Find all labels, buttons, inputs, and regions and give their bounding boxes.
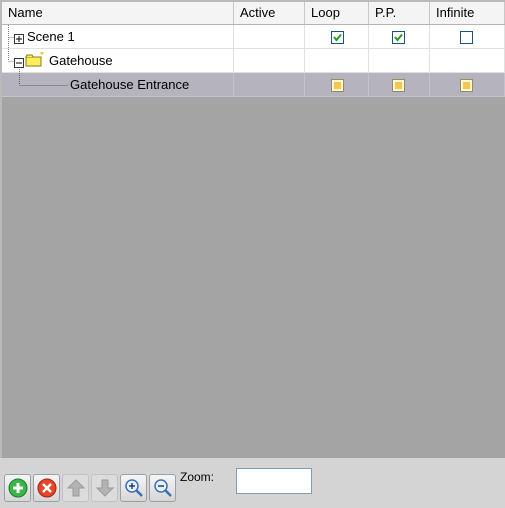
loop-checkbox[interactable] — [331, 31, 344, 44]
folder-icon — [25, 52, 45, 71]
pp-cell — [369, 73, 430, 97]
pp-checkbox[interactable] — [392, 79, 405, 92]
tree-lines — [19, 73, 68, 86]
zoom-out-button[interactable] — [149, 474, 176, 502]
column-header-active[interactable]: Active — [234, 2, 305, 24]
infinite-cell — [430, 25, 505, 49]
loop-cell — [305, 25, 369, 49]
active-cell — [234, 25, 305, 49]
column-header-name[interactable]: Name — [2, 2, 234, 24]
loop-cell — [305, 49, 369, 73]
row-label: Scene 1 — [27, 29, 75, 44]
row-label: Gatehouse — [49, 53, 113, 68]
loop-checkbox[interactable] — [331, 79, 344, 92]
scene-tree-grid[interactable]: Name Active Loop P.P. Infinite Scene 1 G… — [2, 2, 505, 458]
tree-row-gatehouse-entrance[interactable]: Gatehouse Entrance — [2, 73, 505, 97]
pp-cell — [369, 49, 430, 73]
name-cell: Gatehouse Entrance — [2, 73, 234, 97]
name-cell: Scene 1 — [2, 25, 234, 49]
infinite-cell — [430, 49, 505, 73]
tree-row-scene-1[interactable]: Scene 1 — [2, 25, 505, 49]
zoom-label: Zoom: — [180, 470, 215, 484]
infinite-cell — [430, 73, 505, 97]
bottom-toolbar: Zoom: — [0, 458, 505, 508]
tree-row-gatehouse[interactable]: Gatehouse — [2, 49, 505, 73]
collapse-minus-icon[interactable] — [14, 56, 24, 71]
remove-button[interactable] — [33, 474, 60, 502]
pp-checkbox[interactable] — [392, 31, 405, 44]
infinite-checkbox[interactable] — [460, 31, 473, 44]
expand-plus-icon[interactable] — [14, 32, 24, 47]
infinite-checkbox[interactable] — [460, 79, 473, 92]
move-up-button[interactable] — [62, 474, 89, 502]
loop-cell — [305, 73, 369, 97]
name-cell: Gatehouse — [2, 49, 234, 73]
zoom-in-button[interactable] — [120, 474, 147, 502]
column-header-pp[interactable]: P.P. — [369, 2, 430, 24]
add-button[interactable] — [4, 474, 31, 502]
row-label: Gatehouse Entrance — [70, 77, 190, 92]
active-cell — [234, 49, 305, 73]
scene-tree-panel: Name Active Loop P.P. Infinite Scene 1 G… — [0, 0, 505, 508]
pp-cell — [369, 25, 430, 49]
column-header-loop[interactable]: Loop — [305, 2, 369, 24]
move-down-button[interactable] — [91, 474, 118, 502]
column-header-infinite[interactable]: Infinite — [430, 2, 505, 24]
zoom-input[interactable] — [236, 468, 312, 494]
grid-header: Name Active Loop P.P. Infinite — [2, 2, 505, 25]
active-cell — [234, 73, 305, 97]
